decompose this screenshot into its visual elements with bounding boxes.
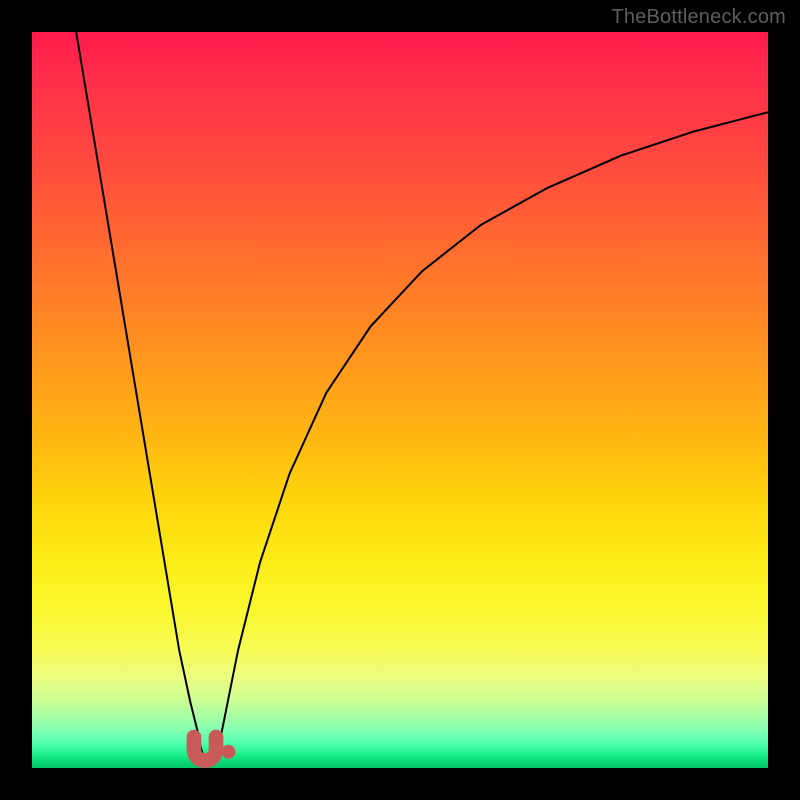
u-marker (194, 737, 216, 761)
chart-frame: TheBottleneck.com (0, 0, 800, 800)
dot-marker (222, 745, 236, 759)
plot-area (32, 32, 768, 768)
watermark-text: TheBottleneck.com (611, 6, 786, 29)
left-curve (76, 32, 205, 759)
right-curve (216, 112, 768, 759)
curves-layer (32, 32, 768, 768)
